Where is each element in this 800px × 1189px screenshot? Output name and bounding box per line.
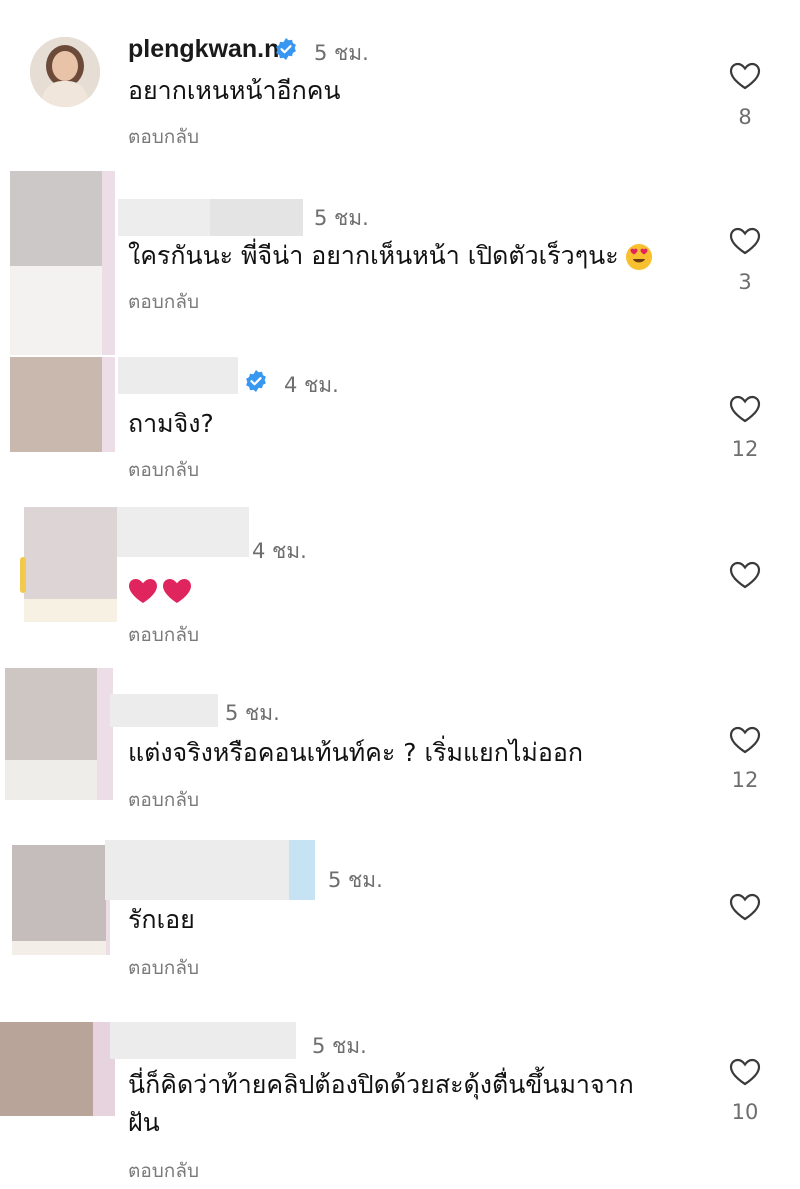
avatar[interactable] bbox=[12, 845, 110, 955]
heart-outline-icon[interactable] bbox=[729, 726, 761, 754]
comment-username[interactable]: plengkwan.n bbox=[128, 35, 279, 64]
verified-badge-icon bbox=[276, 38, 296, 60]
comment-item: 4 ชม. ตอบกลับ bbox=[0, 505, 800, 660]
comment-time: 4 ชม. bbox=[284, 373, 339, 397]
verified-badge-icon bbox=[246, 370, 266, 392]
avatar[interactable] bbox=[5, 668, 113, 800]
comment-text: ถามจิง? bbox=[128, 409, 214, 438]
reply-button[interactable]: ตอบกลับ bbox=[128, 620, 199, 650]
username-redacted bbox=[117, 507, 249, 557]
avatar[interactable] bbox=[20, 507, 117, 622]
comment-text-line-1: นี่ก็คิดว่าท้ายคลิปต้องปิดด้วยสะดุ้งตื่น… bbox=[128, 1070, 634, 1099]
heart-outline-icon[interactable] bbox=[729, 1058, 761, 1086]
avatar[interactable] bbox=[10, 357, 115, 452]
heart-outline-icon[interactable] bbox=[729, 395, 761, 423]
heart-outline-icon[interactable] bbox=[729, 62, 761, 90]
like-count: 12 bbox=[731, 768, 759, 792]
comment-item: 5 ชม. นี่ก็คิดว่าท้ายคลิปต้องปิดด้วยสะดุ… bbox=[0, 1010, 800, 1189]
avatar[interactable] bbox=[0, 1022, 115, 1116]
comment-text: แต่งจริงหรือคอนเท้นท์คะ ? เริ่มแยกไม่ออก bbox=[128, 738, 584, 767]
comment-time: 5 ชม. bbox=[225, 701, 280, 725]
username-redacted bbox=[118, 357, 238, 394]
avatar[interactable] bbox=[30, 37, 100, 107]
comment-time: 4 ชม. bbox=[252, 539, 307, 563]
comment-item: 5 ชม. ใครกันนะ พี่จีน่า อยากเห็นหน้า เปิ… bbox=[0, 165, 800, 355]
comment-time: 5 ชม. bbox=[328, 868, 383, 892]
heart-outline-icon[interactable] bbox=[729, 227, 761, 255]
reply-button[interactable]: ตอบกลับ bbox=[128, 455, 199, 485]
comment-text: รักเอย bbox=[128, 905, 195, 934]
red-heart-emoji-icon bbox=[163, 579, 191, 603]
comment-text: ใครกันนะ พี่จีน่า อยากเห็นหน้า เปิดตัวเร… bbox=[128, 239, 653, 273]
reply-button[interactable]: ตอบกลับ bbox=[128, 287, 199, 317]
comment-time: 5 ชม. bbox=[314, 41, 369, 65]
reply-button[interactable]: ตอบกลับ bbox=[128, 1156, 199, 1186]
username-redacted bbox=[118, 199, 303, 236]
comment-item: 4 ชม. ถามจิง? ตอบกลับ 12 bbox=[0, 355, 800, 505]
like-count: 3 bbox=[738, 270, 752, 294]
comment-text-body: ใครกันนะ พี่จีน่า อยากเห็นหน้า เปิดตัวเร… bbox=[128, 241, 619, 270]
comment-time: 5 ชม. bbox=[312, 1034, 367, 1058]
comment-time: 5 ชม. bbox=[314, 206, 369, 230]
reply-button[interactable]: ตอบกลับ bbox=[128, 785, 199, 815]
reply-button[interactable]: ตอบกลับ bbox=[128, 953, 199, 983]
username-redacted bbox=[110, 1022, 296, 1059]
red-heart-emoji-icon bbox=[129, 579, 157, 603]
reply-button[interactable]: ตอบกลับ bbox=[128, 122, 199, 152]
avatar[interactable] bbox=[10, 171, 115, 355]
comment-text bbox=[128, 573, 196, 607]
comment-item: 5 ชม. รักเอย ตอบกลับ bbox=[0, 835, 800, 1010]
heart-outline-icon[interactable] bbox=[729, 893, 761, 921]
comment-item: plengkwan.n 5 ชม. อยากเหนหน้าอีกคน ตอบกล… bbox=[0, 0, 800, 165]
comment-text: อยากเหนหน้าอีกคน bbox=[128, 76, 341, 105]
comment-text-line-2: ฝัน bbox=[128, 1108, 160, 1137]
username-redacted bbox=[110, 694, 218, 727]
comment-item: 5 ชม. แต่งจริงหรือคอนเท้นท์คะ ? เริ่มแยก… bbox=[0, 660, 800, 835]
like-count: 8 bbox=[738, 105, 752, 129]
heart-outline-icon[interactable] bbox=[729, 561, 761, 589]
heart-eyes-emoji-icon bbox=[625, 244, 652, 270]
username-redacted bbox=[105, 840, 315, 900]
like-count: 12 bbox=[731, 437, 759, 461]
like-count: 10 bbox=[731, 1100, 759, 1124]
